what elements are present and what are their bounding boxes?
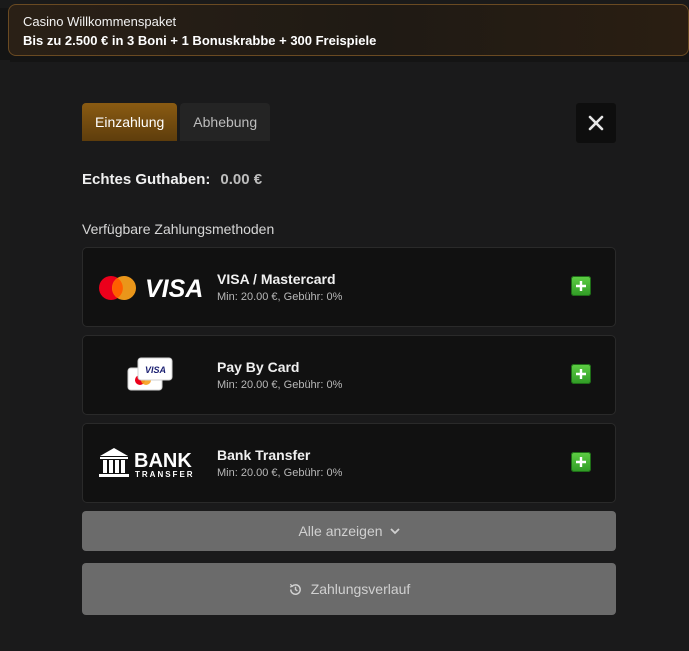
add-method-button[interactable] <box>571 364 591 384</box>
method-info: Min: 20.00 €, Gebühr: 0% <box>217 291 343 303</box>
methods-heading: Verfügbare Zahlungsmethoden <box>82 221 275 237</box>
card-logo-text: VISA <box>145 365 166 375</box>
payment-history-button[interactable]: Zahlungsverlauf <box>82 563 616 615</box>
bank-logo-text: BANK <box>134 450 192 472</box>
tab-bar: Einzahlung Abhebung <box>82 103 271 141</box>
background-sidebar <box>0 60 10 651</box>
method-visa-mastercard[interactable]: VISA VISA / Mastercard Min: 20.00 €, Geb… <box>82 247 616 327</box>
method-bank-transfer[interactable]: BANK TRANSFER Bank Transfer Min: 20.00 €… <box>82 423 616 503</box>
promo-subtitle: Bis zu 2.500 € in 3 Boni + 1 Bonuskrabbe… <box>23 33 377 48</box>
plus-icon <box>576 457 586 467</box>
add-method-button[interactable] <box>571 452 591 472</box>
method-name: VISA / Mastercard <box>217 271 336 287</box>
method-info: Min: 20.00 €, Gebühr: 0% <box>217 467 343 479</box>
promo-banner[interactable]: Casino Willkommenspaket Bis zu 2.500 € i… <box>8 4 689 56</box>
promo-title: Casino Willkommenspaket <box>23 14 177 29</box>
balance-label: Echtes Guthaben: <box>82 171 211 188</box>
payment-modal: Einzahlung Abhebung Echtes Guthaben: 0.00… <box>10 62 689 651</box>
cards-logo: VISA <box>97 356 207 396</box>
close-button[interactable] <box>576 103 616 143</box>
real-balance: Echtes Guthaben: 0.00 € <box>82 171 262 188</box>
show-all-button[interactable]: Alle anzeigen <box>82 511 616 551</box>
balance-value: 0.00 € <box>220 171 263 188</box>
method-pay-by-card[interactable]: VISA Pay By Card Min: 20.00 €, Gebühr: 0… <box>82 335 616 415</box>
show-all-label: Alle anzeigen <box>298 523 383 539</box>
history-icon <box>289 583 301 595</box>
plus-icon <box>576 281 586 291</box>
visa-logo-text: VISA <box>145 275 203 303</box>
bank-transfer-logo: BANK TRANSFER <box>97 444 207 484</box>
tab-withdraw[interactable]: Abhebung <box>180 103 271 141</box>
method-name: Bank Transfer <box>217 447 311 463</box>
close-icon <box>588 115 604 131</box>
tab-deposit[interactable]: Einzahlung <box>82 103 178 141</box>
chevron-down-icon <box>389 528 400 535</box>
history-label: Zahlungsverlauf <box>310 581 411 597</box>
bank-logo-subtext: TRANSFER <box>135 470 195 479</box>
plus-icon <box>576 369 586 379</box>
method-info: Min: 20.00 €, Gebühr: 0% <box>217 379 343 391</box>
add-method-button[interactable] <box>571 276 591 296</box>
method-name: Pay By Card <box>217 359 300 375</box>
visa-mastercard-logo: VISA <box>97 268 207 308</box>
